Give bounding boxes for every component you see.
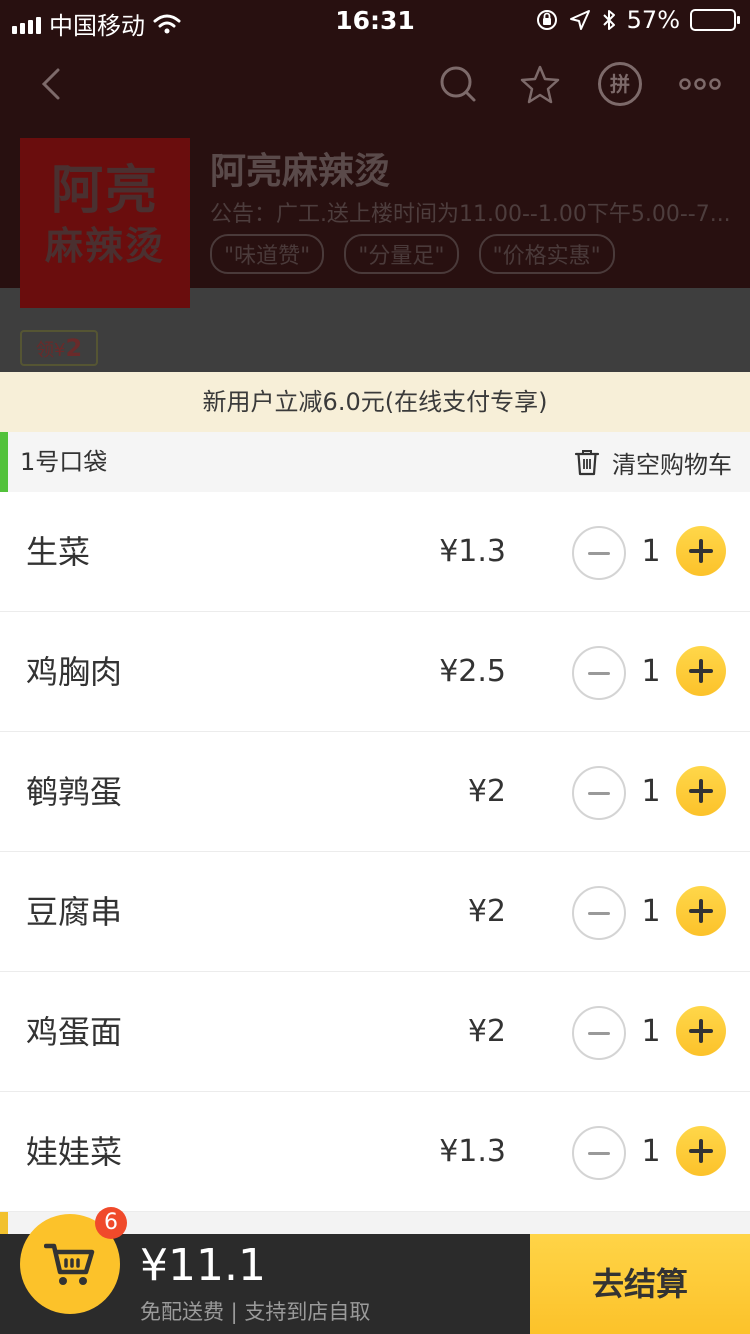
checkout-button[interactable]: 去结算	[530, 1234, 750, 1334]
item-name: 娃娃菜	[26, 1133, 123, 1171]
shop-nav-bar: 拼	[0, 56, 750, 116]
cart-item-row: 鸡蛋面 ¥2 1	[0, 972, 750, 1092]
increase-button[interactable]	[676, 526, 726, 576]
bag-header: 1号口袋 清空购物车	[0, 432, 750, 492]
logo-line2: 麻辣烫	[44, 223, 165, 268]
shop-tag: "味道赞"	[210, 234, 325, 274]
item-price: ¥2.5	[439, 654, 506, 689]
item-price: ¥2	[467, 774, 506, 809]
back-icon[interactable]	[30, 62, 74, 106]
shipping-note: 免配送费 | 支持到店自取	[140, 1300, 371, 1324]
bag-accent-bar	[0, 432, 8, 492]
shop-tag: "分量足"	[344, 234, 459, 274]
clear-cart-label: 清空购物车	[612, 450, 732, 479]
logo-line1: 阿亮	[50, 160, 159, 221]
cart-item-list: 生菜 ¥1.3 1 鸡胸肉 ¥2.5 1 鹌鹑蛋 ¥2 1 豆腐串 ¥2 1 鸡…	[0, 492, 750, 1212]
cart-count-badge: 6	[95, 1207, 127, 1239]
cart-total: ¥11.1	[140, 1240, 266, 1291]
cart-item-row: 娃娃菜 ¥1.3 1	[0, 1092, 750, 1212]
cart-item-row: 鸡胸肉 ¥2.5 1	[0, 612, 750, 732]
battery-percent: 57%	[626, 6, 680, 34]
item-name: 豆腐串	[26, 893, 123, 931]
pin-icon[interactable]: 拼	[598, 62, 642, 106]
decrease-button[interactable]	[572, 766, 626, 820]
decrease-button[interactable]	[572, 526, 626, 580]
search-icon[interactable]	[436, 62, 480, 106]
item-quantity: 1	[641, 534, 661, 569]
item-name: 生菜	[26, 533, 91, 571]
clear-cart-button[interactable]: 清空购物车	[574, 432, 732, 492]
decrease-button[interactable]	[572, 646, 626, 700]
cart-item-row: 鹌鹑蛋 ¥2 1	[0, 732, 750, 852]
decrease-button[interactable]	[572, 1006, 626, 1060]
cart-icon	[44, 1243, 95, 1285]
bag-title: 1号口袋	[20, 448, 108, 476]
item-quantity: 1	[641, 894, 661, 929]
item-price: ¥1.3	[439, 534, 506, 569]
cart-item-row: 生菜 ¥1.3 1	[0, 492, 750, 612]
increase-button[interactable]	[676, 1126, 726, 1176]
shop-tag: "价格实惠"	[478, 234, 615, 274]
shop-tags: "味道赞" "分量足" "价格实惠"	[210, 234, 615, 274]
new-user-promo-banner: 新用户立减6.0元(在线支付专享)	[0, 372, 750, 432]
shop-notice: 公告：广工.送上楼时间为11.00--1.00下午5.00--7...	[210, 202, 731, 227]
increase-button[interactable]	[676, 1006, 726, 1056]
decrease-button[interactable]	[572, 1126, 626, 1180]
coupon-amount: 2	[65, 334, 83, 362]
increase-button[interactable]	[676, 766, 726, 816]
rotation-lock-icon	[536, 10, 557, 30]
shop-name: 阿亮麻辣烫	[210, 151, 391, 192]
more-icon[interactable]	[676, 62, 724, 106]
location-icon	[569, 10, 590, 30]
star-icon[interactable]	[518, 62, 562, 106]
item-price: ¥1.3	[439, 1134, 506, 1169]
item-quantity: 1	[641, 774, 661, 809]
shop-logo: 阿亮 麻辣烫	[20, 138, 190, 308]
bluetooth-icon	[602, 10, 615, 30]
item-name: 鸡蛋面	[26, 1013, 123, 1051]
trash-icon	[574, 450, 600, 476]
item-price: ¥2	[467, 894, 506, 929]
coupon-prefix: 领¥	[36, 340, 66, 361]
cart-item-row: 豆腐串 ¥2 1	[0, 852, 750, 972]
decrease-button[interactable]	[572, 886, 626, 940]
item-name: 鹌鹑蛋	[26, 773, 123, 811]
increase-button[interactable]	[676, 886, 726, 936]
item-name: 鸡胸肉	[26, 653, 123, 691]
item-price: ¥2	[467, 1014, 506, 1049]
item-quantity: 1	[641, 1134, 661, 1169]
status-bar: 中国移动 16:31 57%	[0, 0, 750, 40]
coupon-badge: 领¥2	[20, 330, 99, 366]
item-quantity: 1	[641, 1014, 661, 1049]
increase-button[interactable]	[676, 646, 726, 696]
peek-accent-bar	[0, 1212, 8, 1234]
battery-icon	[690, 9, 740, 31]
item-quantity: 1	[641, 654, 661, 689]
